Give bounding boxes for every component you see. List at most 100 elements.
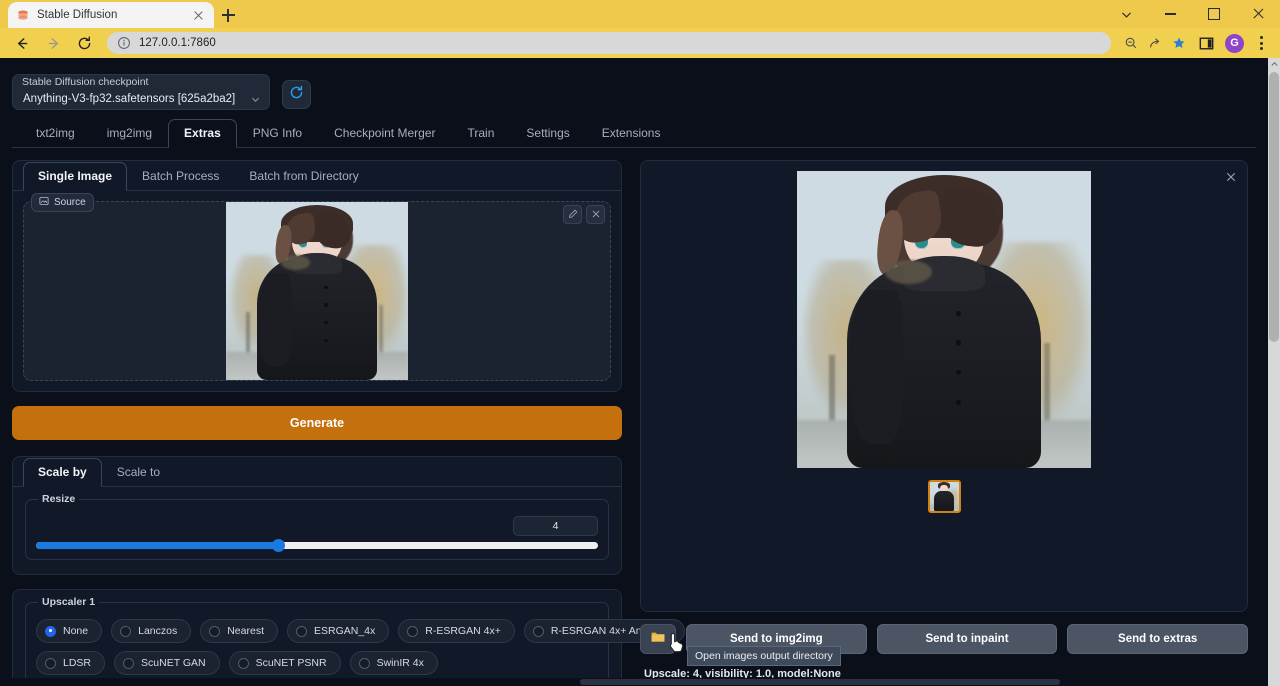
window-close-icon[interactable] xyxy=(1236,0,1280,28)
option-label: Nearest xyxy=(227,625,264,637)
omnibox-actions xyxy=(1120,32,1190,54)
main-tab-bar: txt2img img2img Extras PNG Info Checkpoi… xyxy=(12,118,1256,148)
send-actions-row: Open images output directory Send to img… xyxy=(640,624,1248,654)
single-image-panel: Single Image Batch Process Batch from Di… xyxy=(12,160,622,392)
refresh-icon xyxy=(289,85,304,105)
result-image-wrap xyxy=(651,171,1237,468)
tab-png-info[interactable]: PNG Info xyxy=(237,119,318,147)
option-label: None xyxy=(63,625,88,637)
tab-txt2img[interactable]: txt2img xyxy=(20,119,91,147)
result-thumbnail-strip xyxy=(651,480,1237,513)
scale-tab-bar: Scale by Scale to xyxy=(13,457,621,487)
tab-scale-by[interactable]: Scale by xyxy=(23,458,102,487)
forward-arrow-icon[interactable] xyxy=(39,30,67,56)
source-image-dropzone[interactable] xyxy=(23,201,611,381)
scale-panel: Scale by Scale to Resize 4 xyxy=(12,456,622,575)
bookmark-star-icon[interactable] xyxy=(1168,32,1190,54)
upscaler-1-group: Upscaler 1 None Lanczos Nearest ESRGAN_4… xyxy=(25,602,609,686)
resize-value-input[interactable]: 4 xyxy=(513,516,598,536)
resize-label: Resize xyxy=(38,493,79,505)
browser-navbar: 127.0.0.1:7860 G xyxy=(0,28,1280,58)
upscaler-1-option-ldsr[interactable]: LDSR xyxy=(36,651,105,675)
info-circle-icon[interactable] xyxy=(117,36,131,50)
resize-slider[interactable] xyxy=(36,542,598,549)
upscaler-1-option-scunet-gan[interactable]: ScuNET GAN xyxy=(114,651,220,675)
upscaler-1-option-nearest[interactable]: Nearest xyxy=(200,619,278,643)
open-output-directory-button[interactable]: Open images output directory xyxy=(640,624,676,654)
upscaler-1-label: Upscaler 1 xyxy=(38,596,99,608)
browser-tab[interactable]: Stable Diffusion xyxy=(8,2,214,28)
kebab-menu-icon[interactable] xyxy=(1250,30,1272,56)
tab-close-icon[interactable] xyxy=(191,8,206,23)
tab-img2img[interactable]: img2img xyxy=(91,119,168,147)
radio-dot-icon xyxy=(359,658,370,669)
reload-icon[interactable] xyxy=(70,30,98,56)
tab-scale-to[interactable]: Scale to xyxy=(102,458,175,486)
tab-extras[interactable]: Extras xyxy=(168,119,237,148)
address-bar[interactable]: 127.0.0.1:7860 xyxy=(107,32,1111,54)
option-label: LDSR xyxy=(63,657,91,669)
tab-extensions[interactable]: Extensions xyxy=(586,119,677,147)
horizontal-scrollbar-thumb[interactable] xyxy=(580,679,1060,685)
upscaler-1-option-none[interactable]: None xyxy=(36,619,102,643)
option-label: ScuNET GAN xyxy=(141,657,206,669)
tab-checkpoint-merger[interactable]: Checkpoint Merger xyxy=(318,119,451,147)
chevron-down-icon[interactable] xyxy=(250,92,261,110)
clear-source-button[interactable] xyxy=(586,205,605,224)
upscaler-1-panel: Upscaler 1 None Lanczos Nearest ESRGAN_4… xyxy=(12,589,622,686)
share-icon[interactable] xyxy=(1144,32,1166,54)
send-to-inpaint-button[interactable]: Send to inpaint xyxy=(877,624,1058,654)
upscaler-1-row-1: None Lanczos Nearest ESRGAN_4x R-ESRGAN … xyxy=(36,619,598,643)
radio-dot-icon xyxy=(296,626,307,637)
window-controls xyxy=(1104,0,1280,28)
right-column: Open images output directory Send to img… xyxy=(640,160,1248,686)
maximize-icon[interactable] xyxy=(1192,0,1236,28)
tab-settings[interactable]: Settings xyxy=(510,119,585,147)
radio-dot-icon xyxy=(407,626,418,637)
page-scrollbar-thumb[interactable] xyxy=(1269,72,1279,342)
checkpoint-select[interactable]: Stable Diffusion checkpoint Anything-V3-… xyxy=(12,74,270,110)
upscaler-1-option-r-esrgan-4x-plus[interactable]: R-ESRGAN 4x+ xyxy=(398,619,515,643)
radio-dot-icon xyxy=(209,626,220,637)
upscaler-1-option-esrgan-4x[interactable]: ESRGAN_4x xyxy=(287,619,389,643)
resize-slider-knob[interactable] xyxy=(272,539,285,552)
upscaler-1-option-lanczos[interactable]: Lanczos xyxy=(111,619,191,643)
checkpoint-value: Anything-V3-fp32.safetensors [625a2ba2] xyxy=(23,93,235,105)
upscaler-1-option-swinir-4x[interactable]: SwinIR 4x xyxy=(350,651,438,675)
send-to-extras-button[interactable]: Send to extras xyxy=(1067,624,1248,654)
image-icon xyxy=(39,196,49,209)
page-scrollbar[interactable] xyxy=(1268,58,1280,686)
back-arrow-icon[interactable] xyxy=(8,30,36,56)
profile-avatar[interactable]: G xyxy=(1225,34,1244,53)
subtab-single-image[interactable]: Single Image xyxy=(23,162,127,191)
minimize-icon[interactable] xyxy=(1148,0,1192,28)
result-thumbnail[interactable] xyxy=(928,480,961,513)
source-image xyxy=(226,202,408,380)
side-panel-icon[interactable] xyxy=(1193,30,1219,56)
scroll-up-arrow-icon[interactable] xyxy=(1268,58,1280,70)
tab-search-chevron-icon[interactable] xyxy=(1104,0,1148,28)
subtab-batch-from-directory[interactable]: Batch from Directory xyxy=(234,162,373,190)
radio-dot-icon xyxy=(120,626,131,637)
radio-dot-icon xyxy=(533,626,544,637)
thumbnail-image xyxy=(930,482,959,511)
subtab-batch-process[interactable]: Batch Process xyxy=(127,162,234,190)
tab-train[interactable]: Train xyxy=(452,119,511,147)
close-result-button[interactable] xyxy=(1225,170,1237,188)
upscaler-1-option-scunet-psnr[interactable]: ScuNET PSNR xyxy=(229,651,341,675)
horizontal-scrollbar[interactable] xyxy=(0,678,1268,686)
refresh-checkpoints-button[interactable] xyxy=(282,80,311,109)
scale-by-content: Resize 4 xyxy=(13,487,621,574)
left-column: Single Image Batch Process Batch from Di… xyxy=(12,160,622,686)
radio-dot-icon xyxy=(45,658,56,669)
resize-slider-fill xyxy=(36,542,278,549)
close-icon xyxy=(1225,170,1237,187)
generate-button[interactable]: Generate xyxy=(12,406,622,440)
edit-source-button[interactable] xyxy=(563,205,582,224)
new-tab-button[interactable] xyxy=(214,2,242,28)
address-bar-url: 127.0.0.1:7860 xyxy=(139,37,216,49)
pencil-icon xyxy=(568,206,578,224)
result-image[interactable] xyxy=(797,171,1091,468)
zoom-out-icon[interactable] xyxy=(1120,32,1142,54)
option-label: SwinIR 4x xyxy=(377,657,424,669)
